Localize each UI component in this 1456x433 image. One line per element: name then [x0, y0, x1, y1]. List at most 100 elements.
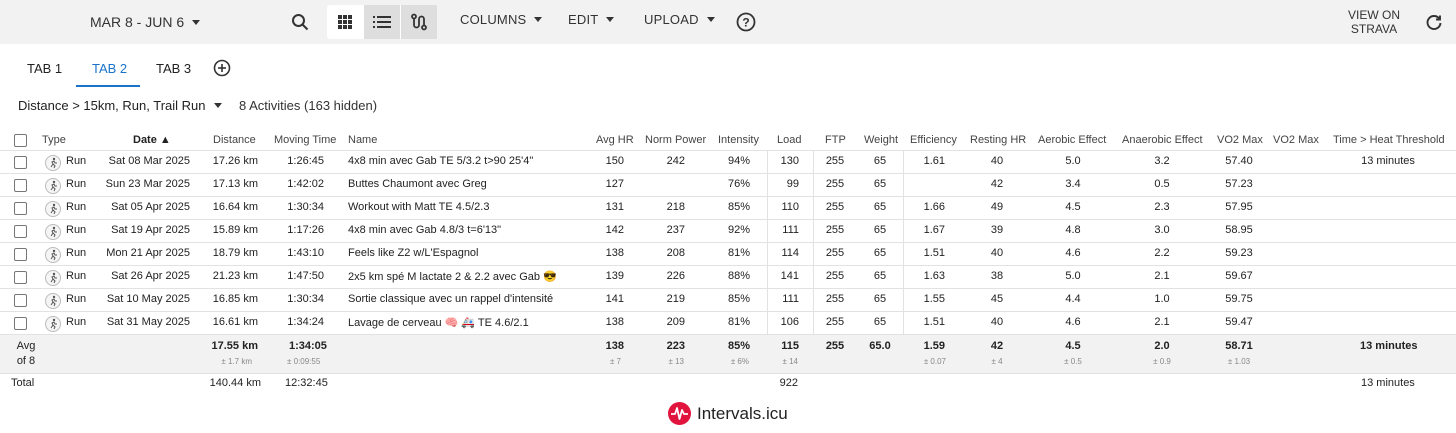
column-header-intensity[interactable]: Intensity: [718, 134, 759, 146]
activity-count: 8 Activities (163 hidden): [239, 98, 378, 113]
table-row[interactable]: Run Sat 08 Mar 2025 17.26 km 1:26:45 4x8 min…: [0, 151, 1456, 174]
avg-resting-hr-sd: ± 4: [991, 357, 1003, 366]
cell-moving-time: 1:26:45: [287, 155, 324, 167]
cell-aerobic-effect: 4.6: [1065, 247, 1081, 259]
row-checkbox[interactable]: [14, 179, 27, 192]
cell-resting-hr: 42: [990, 178, 1004, 190]
tab-2[interactable]: TAB 2: [92, 61, 127, 76]
cell-name[interactable]: Sortie classique avec un rappel d'intens…: [348, 293, 583, 305]
cell-weight: 65: [873, 224, 887, 236]
total-moving-time: 12:32:45: [285, 377, 328, 389]
cell-load: 111: [782, 224, 799, 236]
cell-efficiency: 1.51: [923, 247, 945, 259]
run-icon: [45, 247, 61, 263]
column-header-aerobic-effect[interactable]: Aerobic Effect: [1038, 134, 1106, 146]
cell-name[interactable]: Workout with Matt TE 4.5/2.3: [348, 201, 583, 213]
table-row[interactable]: Run Sat 10 May 2025 16.85 km 1:30:34 Sortie …: [0, 289, 1456, 312]
column-header-type[interactable]: Type: [42, 134, 66, 146]
table-row[interactable]: Run Mon 21 Apr 2025 18.79 km 1:43:10 Feels l…: [0, 243, 1456, 266]
cell-vo2-max: 59.67: [1225, 270, 1253, 282]
avg-weight: 65.0: [869, 340, 891, 352]
column-header-ftp[interactable]: FTP: [825, 134, 846, 146]
add-tab-button[interactable]: [213, 59, 231, 77]
cell-name[interactable]: 4x8 min avec Gab TE 5/3.2 t>90 25'4": [348, 155, 583, 167]
table-row[interactable]: Run Sat 31 May 2025 16.61 km 1:34:24 Lavage …: [0, 312, 1456, 335]
table-row[interactable]: Run Sat 05 Apr 2025 16.64 km 1:30:34 Workout…: [0, 197, 1456, 220]
list-view-button[interactable]: [364, 5, 400, 39]
chevron-down-icon: [213, 103, 222, 108]
row-checkbox[interactable]: [14, 294, 27, 307]
view-on-strava-button[interactable]: VIEW ON STRAVA: [1340, 8, 1408, 36]
activity-filter-dropdown[interactable]: Distance > 15km, Run, Trail Run: [18, 98, 222, 113]
row-checkbox[interactable]: [14, 271, 27, 284]
cell-weight: 65: [873, 201, 887, 213]
column-header-efficiency[interactable]: Efficiency: [910, 134, 957, 146]
cell-resting-hr: 45: [990, 293, 1004, 305]
cell-avg-hr: 150: [605, 155, 624, 167]
upload-menu-label: UPLOAD: [644, 12, 699, 27]
cell-distance: 16.85 km: [212, 293, 258, 305]
cell-name[interactable]: Buttes Chaumont avec Greg: [348, 178, 583, 190]
tab-1[interactable]: TAB 1: [27, 61, 62, 76]
cell-intensity: 85%: [727, 293, 750, 305]
row-checkbox[interactable]: [14, 317, 27, 330]
avg-distance-sd: ± 1.7 km: [221, 357, 252, 366]
column-header-heat-threshold[interactable]: Time > Heat Threshold: [1333, 134, 1445, 146]
total-label: Total: [11, 377, 35, 389]
run-icon: [45, 293, 61, 309]
list-icon: [373, 16, 391, 28]
refresh-button[interactable]: [1423, 11, 1445, 33]
column-header-vo2-max[interactable]: VO2 Max: [1217, 134, 1263, 146]
column-header-resting-hr[interactable]: Resting HR: [970, 134, 1026, 146]
avg-moving-time: 1:34:05: [289, 340, 327, 352]
table-row[interactable]: Run Sun 23 Mar 2025 17.13 km 1:42:02 Buttes …: [0, 174, 1456, 197]
column-header-name[interactable]: Name: [348, 134, 377, 146]
avg-intensity-sd: ± 6%: [730, 357, 749, 366]
cell-anaerobic-effect: 2.1: [1154, 270, 1170, 282]
cell-ftp: 255: [825, 201, 845, 213]
column-header-date[interactable]: Date ▲: [133, 134, 171, 146]
column-header-load[interactable]: Load: [777, 134, 801, 146]
cell-moving-time: 1:17:26: [287, 224, 324, 236]
row-checkbox[interactable]: [14, 156, 27, 169]
column-header-norm-power[interactable]: Norm Power: [645, 134, 706, 146]
columns-menu[interactable]: COLUMNS: [460, 12, 543, 27]
chevron-down-icon: [534, 17, 543, 22]
search-button[interactable]: [288, 10, 312, 34]
help-button[interactable]: ?: [735, 11, 757, 33]
tab-3[interactable]: TAB 3: [156, 61, 191, 76]
avg-anaerobic-effect-sd: ± 0.9: [1153, 357, 1171, 366]
date-range-selector[interactable]: MAR 8 - JUN 6: [90, 12, 201, 32]
column-header-moving-time[interactable]: Moving Time: [274, 134, 336, 146]
select-all-checkbox[interactable]: [14, 134, 27, 147]
row-checkbox[interactable]: [14, 248, 27, 261]
avg-load: 115: [781, 340, 799, 352]
route-icon: [411, 13, 427, 31]
cell-anaerobic-effect: 3.2: [1154, 155, 1170, 167]
row-checkbox[interactable]: [14, 225, 27, 238]
cell-intensity: 81%: [727, 316, 750, 328]
column-header-distance[interactable]: Distance: [213, 134, 256, 146]
table-row[interactable]: Run Sat 26 Apr 2025 21.23 km 1:47:50 2x5 km …: [0, 266, 1456, 289]
route-view-button[interactable]: [401, 5, 437, 39]
column-header-vo2-max-2[interactable]: VO2 Max: [1273, 134, 1319, 146]
cell-name[interactable]: Lavage de cerveau 🧠 🚑 TE 4.6/2.1: [348, 316, 583, 329]
grid-view-button[interactable]: [327, 5, 363, 39]
cell-name[interactable]: Feels like Z2 w/L'Espagnol: [348, 247, 583, 259]
cell-name[interactable]: 4x8 min avec Gab 4.8/3 t=6'13": [348, 224, 583, 236]
cell-weight: 65: [873, 316, 887, 328]
upload-menu[interactable]: UPLOAD: [644, 12, 715, 27]
avg-moving-time-sd: ± 0:09:55: [287, 357, 321, 366]
edit-menu[interactable]: EDIT: [568, 12, 615, 27]
footer-brand[interactable]: Intervals.icu: [668, 402, 788, 425]
cell-ftp: 255: [825, 270, 845, 282]
top-toolbar: MAR 8 - JUN 6 COLUMNS EDIT UPLOAD ? VIEW…: [0, 0, 1456, 44]
run-icon: [45, 224, 61, 240]
cell-moving-time: 1:30:34: [287, 293, 324, 305]
column-header-anaerobic-effect[interactable]: Anaerobic Effect: [1122, 134, 1203, 146]
column-header-weight[interactable]: Weight: [864, 134, 898, 146]
table-row[interactable]: Run Sat 19 Apr 2025 15.89 km 1:17:26 4x8 min…: [0, 220, 1456, 243]
row-checkbox[interactable]: [14, 202, 27, 215]
column-header-avg-hr[interactable]: Avg HR: [596, 134, 634, 146]
cell-name[interactable]: 2x5 km spé M lactate 2 & 2.2 avec Gab 😎: [348, 270, 583, 283]
